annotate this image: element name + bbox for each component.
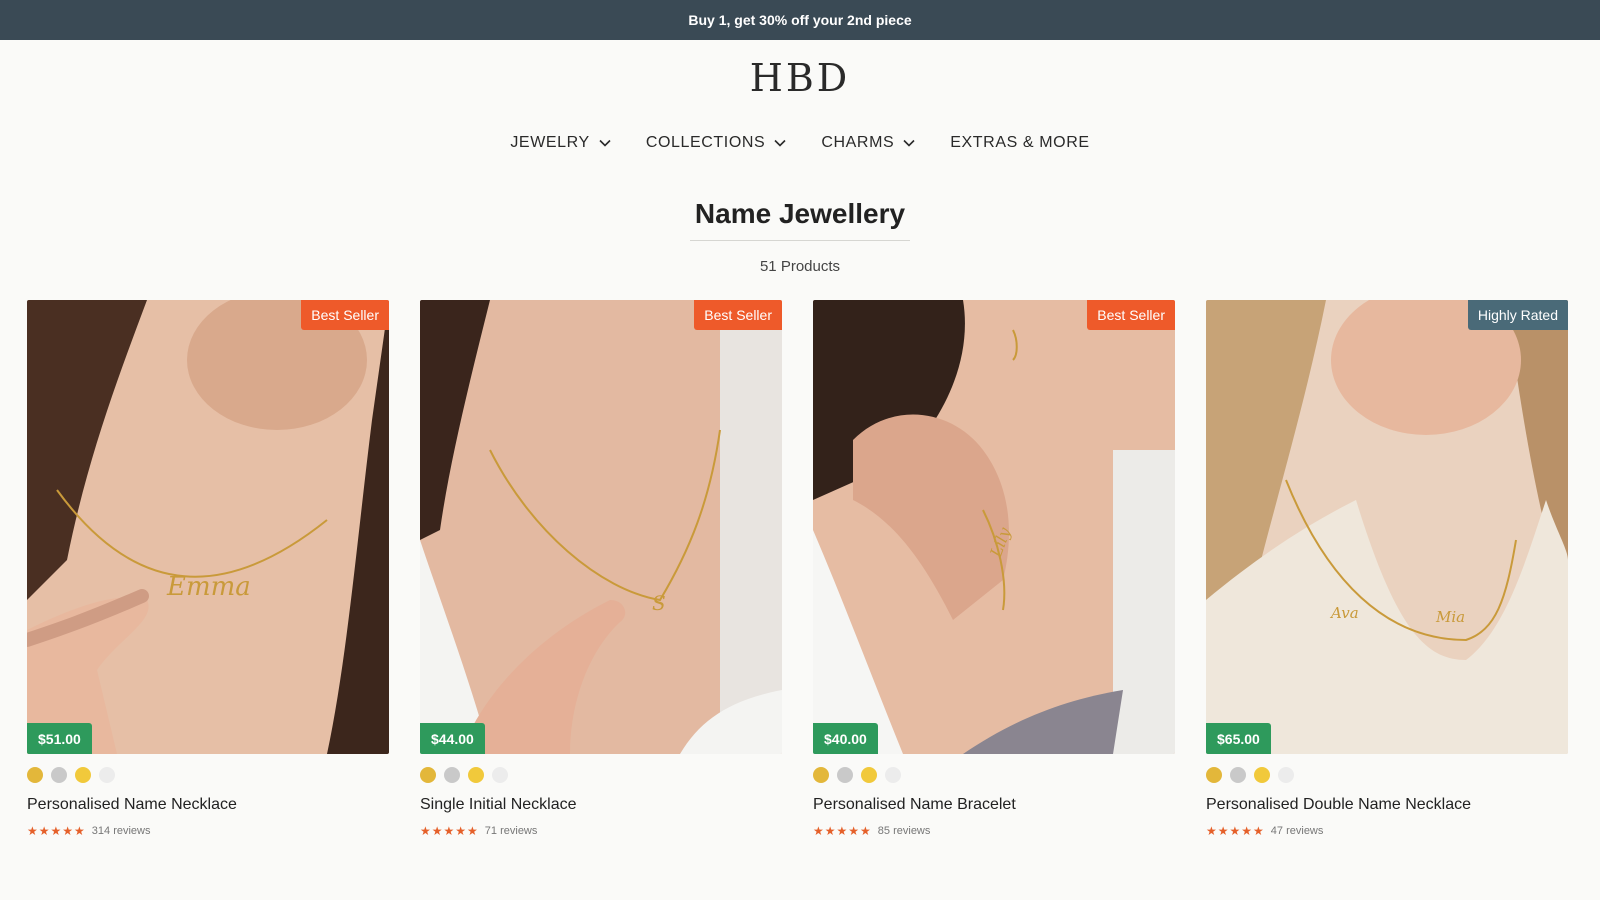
price-tag: $51.00 <box>27 723 92 754</box>
review-count[interactable]: 47 reviews <box>1271 825 1324 837</box>
badge-best-seller: Best Seller <box>1087 300 1175 330</box>
price-tag: $65.00 <box>1206 723 1271 754</box>
product-photo-necklace: Emma <box>27 300 389 754</box>
product-photo-double-name-necklace: Ava Mia <box>1206 300 1568 754</box>
svg-text:S: S <box>652 591 666 615</box>
product-photo-bracelet: Lily <box>813 300 1175 754</box>
product-image[interactable]: Ava Mia Highly Rated $65.00 <box>1206 300 1568 754</box>
product-image[interactable]: Lily Best Seller $40.00 <box>813 300 1175 754</box>
swatch-gold[interactable] <box>1206 767 1222 783</box>
chevron-down-icon <box>903 139 915 147</box>
swatch-yellow-gold[interactable] <box>1254 767 1270 783</box>
chevron-down-icon <box>774 139 786 147</box>
swatch-white[interactable] <box>492 767 508 783</box>
main-nav: JEWELRY COLLECTIONS CHARMS EXTRAS & MORE <box>0 134 1600 152</box>
product-rating: ★★★★★ 47 reviews <box>1206 824 1568 838</box>
announcement-text: Buy 1, get 30% off your 2nd piece <box>688 12 912 28</box>
star-rating-icon: ★★★★★ <box>1206 824 1265 838</box>
color-swatches <box>1206 767 1568 783</box>
swatch-yellow-gold[interactable] <box>861 767 877 783</box>
price-tag: $44.00 <box>420 723 485 754</box>
badge-best-seller: Best Seller <box>301 300 389 330</box>
product-name[interactable]: Personalised Double Name Necklace <box>1206 796 1568 814</box>
color-swatches <box>420 767 782 783</box>
product-photo-initial-necklace: S <box>420 300 782 754</box>
swatch-white[interactable] <box>885 767 901 783</box>
nav-item-extras[interactable]: EXTRAS & MORE <box>950 134 1089 152</box>
product-name[interactable]: Personalised Name Necklace <box>27 796 389 814</box>
swatch-gold[interactable] <box>813 767 829 783</box>
swatch-silver[interactable] <box>1230 767 1246 783</box>
review-count[interactable]: 314 reviews <box>92 825 151 837</box>
swatch-gold[interactable] <box>27 767 43 783</box>
color-swatches <box>27 767 389 783</box>
star-rating-icon: ★★★★★ <box>27 824 86 838</box>
product-image[interactable]: S Best Seller $44.00 <box>420 300 782 754</box>
product-grid: Emma Best Seller $51.00 Personalised Nam… <box>27 300 1569 838</box>
nav-label: COLLECTIONS <box>645 134 766 151</box>
svg-text:Mia: Mia <box>1435 608 1465 626</box>
product-name[interactable]: Single Initial Necklace <box>420 796 782 814</box>
product-image[interactable]: Emma Best Seller $51.00 <box>27 300 389 754</box>
product-card[interactable]: Emma Best Seller $51.00 Personalised Nam… <box>27 300 389 838</box>
star-rating-icon: ★★★★★ <box>813 824 872 838</box>
star-rating-icon: ★★★★★ <box>420 824 479 838</box>
swatch-white[interactable] <box>99 767 115 783</box>
nav-label: CHARMS <box>821 134 895 151</box>
nav-item-jewelry[interactable]: JEWELRY <box>510 134 611 152</box>
swatch-gold[interactable] <box>420 767 436 783</box>
product-rating: ★★★★★ 85 reviews <box>813 824 1175 838</box>
product-card[interactable]: Lily Best Seller $40.00 Personalised Nam… <box>813 300 1175 838</box>
product-rating: ★★★★★ 71 reviews <box>420 824 782 838</box>
product-name[interactable]: Personalised Name Bracelet <box>813 796 1175 814</box>
product-count: 51 Products <box>759 258 841 275</box>
swatch-silver[interactable] <box>51 767 67 783</box>
nav-item-collections[interactable]: COLLECTIONS <box>646 134 788 152</box>
price-tag: $40.00 <box>813 723 878 754</box>
color-swatches <box>813 767 1175 783</box>
nav-item-charms[interactable]: CHARMS <box>821 134 916 152</box>
svg-text:Ava: Ava <box>1329 604 1359 622</box>
product-rating: ★★★★★ 314 reviews <box>27 824 389 838</box>
nav-label: JEWELRY <box>510 134 590 151</box>
product-card[interactable]: Ava Mia Highly Rated $65.00 Personalised… <box>1206 300 1568 838</box>
page-title: Name Jewellery <box>694 198 906 229</box>
badge-highly-rated: Highly Rated <box>1467 300 1568 330</box>
product-card[interactable]: S Best Seller $44.00 Single Initial Neck… <box>420 300 782 838</box>
badge-best-seller: Best Seller <box>694 300 782 330</box>
swatch-yellow-gold[interactable] <box>75 767 91 783</box>
chevron-down-icon <box>599 139 611 147</box>
svg-text:Emma: Emma <box>166 572 251 602</box>
nav-label: EXTRAS & MORE <box>950 134 1090 151</box>
swatch-yellow-gold[interactable] <box>468 767 484 783</box>
brand-logo[interactable]: HBD <box>0 56 1600 100</box>
review-count[interactable]: 71 reviews <box>485 825 538 837</box>
announcement-bar: Buy 1, get 30% off your 2nd piece <box>0 0 1600 40</box>
swatch-silver[interactable] <box>444 767 460 783</box>
swatch-silver[interactable] <box>837 767 853 783</box>
title-divider <box>690 240 910 241</box>
swatch-white[interactable] <box>1278 767 1294 783</box>
review-count[interactable]: 85 reviews <box>878 825 931 837</box>
